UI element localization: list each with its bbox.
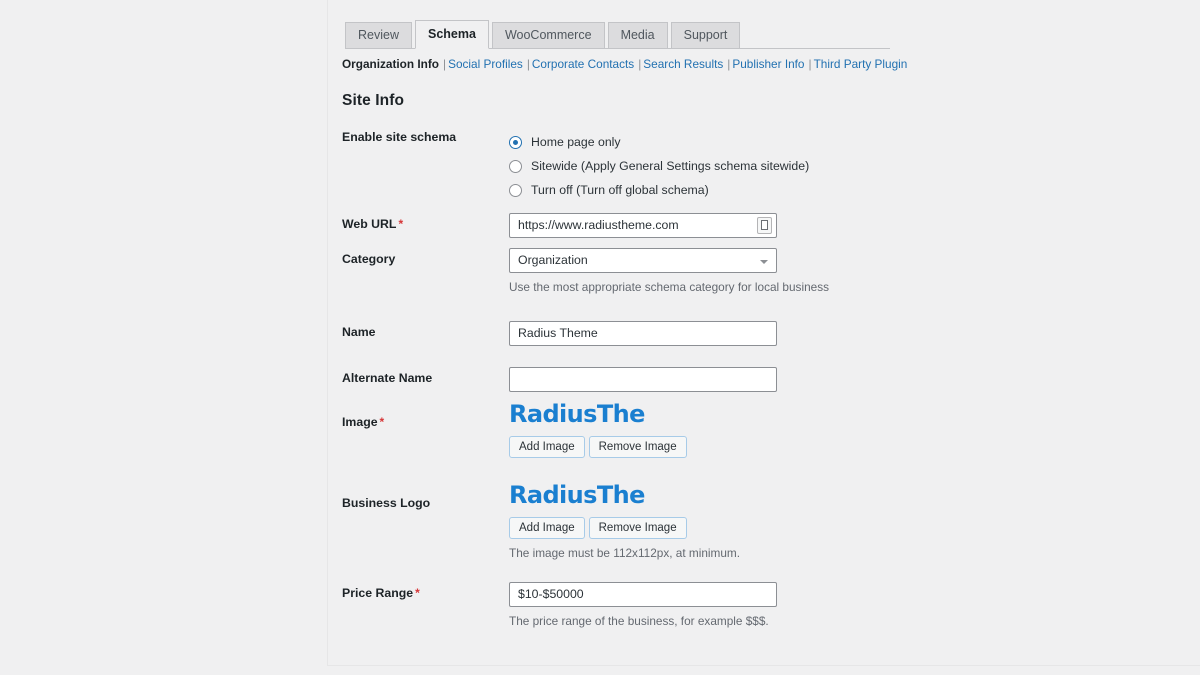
- subnav-item-organization-info[interactable]: Organization Info: [342, 57, 439, 71]
- name-value: Radius Theme: [518, 325, 598, 340]
- business-logo-buttons: Add Image Remove Image: [509, 517, 1200, 539]
- form-fill-icon-glyph: [761, 220, 768, 230]
- label-alternate-name-text: Alternate Name: [342, 371, 433, 385]
- help-price-range: The price range of the business, for exa…: [509, 614, 769, 628]
- label-name: Name: [328, 325, 509, 341]
- name-input[interactable]: Radius Theme: [509, 320, 777, 346]
- subnav-separator-5: |: [808, 57, 812, 71]
- subnav-separator-4: |: [727, 57, 731, 71]
- subnav-separator-1: |: [443, 57, 447, 71]
- field-business-logo: RadiusThe Add Image Remove Image The ima…: [509, 483, 1200, 562]
- row-name: Name Radius Theme: [328, 310, 1200, 356]
- alternate-name-input[interactable]: [509, 366, 777, 392]
- field-web-url: https://www.radiustheme.com: [509, 212, 1200, 238]
- form-fill-icon[interactable]: [757, 216, 772, 234]
- radio-option-sitewide[interactable]: Sitewide (Apply General Settings schema …: [509, 154, 1200, 178]
- page-bottom-strip: [0, 666, 1200, 675]
- tab-schema[interactable]: Schema: [415, 20, 489, 49]
- subnav-item-publisher-info[interactable]: Publisher Info: [732, 57, 804, 71]
- row-category: Category Organization Use the most appro…: [328, 248, 1200, 310]
- remove-image-button[interactable]: Remove Image: [588, 436, 687, 458]
- label-enable-site-schema: Enable site schema: [328, 130, 509, 146]
- add-business-logo-button[interactable]: Add Image: [509, 517, 585, 539]
- label-web-url-text: Web URL: [342, 217, 397, 231]
- field-enable-site-schema: Home page only Sitewide (Apply General S…: [509, 130, 1200, 202]
- price-range-input[interactable]: $10-$50000: [509, 582, 777, 607]
- row-web-url: Web URL * https://www.radiustheme.com: [328, 202, 1200, 248]
- price-range-value: $10-$50000: [518, 587, 584, 601]
- page-title: Site Info: [342, 92, 405, 109]
- required-marker-web-url: *: [398, 217, 404, 231]
- subnav-item-third-party-plugin[interactable]: Third Party Plugin: [814, 57, 908, 71]
- label-enable-site-schema-text: Enable site schema: [342, 130, 457, 144]
- help-category: Use the most appropriate schema category…: [509, 280, 829, 294]
- radio-label-sitewide[interactable]: Sitewide (Apply General Settings schema …: [531, 159, 809, 173]
- web-url-input[interactable]: https://www.radiustheme.com: [509, 212, 777, 238]
- radio-option-turn-off[interactable]: Turn off (Turn off global schema): [509, 178, 1200, 202]
- field-name: Radius Theme: [509, 320, 1200, 346]
- label-alternate-name: Alternate Name: [328, 371, 509, 387]
- required-marker-price-range: *: [415, 586, 420, 600]
- admin-page: Review Schema WooCommerce Media Support …: [0, 0, 1200, 675]
- subnav-separator-3: |: [638, 57, 642, 71]
- subnav-item-search-results[interactable]: Search Results: [643, 57, 723, 71]
- label-price-range-text: Price Range: [342, 586, 414, 600]
- radio-icon-sitewide[interactable]: [509, 159, 522, 173]
- radio-label-home-page-only[interactable]: Home page only: [531, 135, 621, 149]
- radio-icon-turn-off[interactable]: [509, 183, 522, 197]
- label-image: Image *: [328, 402, 509, 431]
- required-marker-image: *: [379, 415, 385, 429]
- web-url-input-wrap: https://www.radiustheme.com: [509, 212, 777, 238]
- help-business-logo: The image must be 112x112px, at minimum.: [509, 546, 741, 560]
- business-logo-preview: RadiusThe: [509, 481, 645, 509]
- tab-support[interactable]: Support: [670, 22, 741, 49]
- radio-label-turn-off[interactable]: Turn off (Turn off global schema): [531, 183, 709, 197]
- row-price-range: Price Range * $10-$50000 The price range …: [328, 582, 1200, 632]
- tab-review[interactable]: Review: [345, 22, 412, 49]
- label-category-text: Category: [342, 252, 396, 266]
- label-image-text: Image: [342, 415, 378, 429]
- subnav-separator-2: |: [526, 57, 530, 71]
- row-alternate-name: Alternate Name: [328, 356, 1200, 402]
- label-category: Category: [328, 248, 509, 268]
- label-name-text: Name: [342, 325, 376, 339]
- field-price-range: $10-$50000 The price range of the busine…: [509, 582, 1200, 630]
- label-price-range: Price Range *: [328, 582, 509, 602]
- image-buttons: Add Image Remove Image: [509, 436, 1200, 458]
- row-enable-site-schema: Enable site schema Home page only Sitewi…: [328, 130, 1200, 202]
- category-select[interactable]: Organization: [509, 248, 777, 273]
- subnav-item-social-profiles[interactable]: Social Profiles: [448, 57, 523, 71]
- site-info-form: Enable site schema Home page only Sitewi…: [328, 130, 1200, 632]
- category-selected-value: Organization: [518, 253, 588, 267]
- tab-woocommerce[interactable]: WooCommerce: [491, 22, 605, 49]
- radio-icon-home-page-only[interactable]: [509, 135, 522, 149]
- label-business-logo-text: Business Logo: [342, 496, 431, 510]
- image-preview: RadiusThe: [509, 400, 645, 428]
- row-business-logo: Business Logo RadiusThe Add Image Remove…: [328, 483, 1200, 582]
- content-panel: Review Schema WooCommerce Media Support …: [327, 0, 1200, 666]
- web-url-value: https://www.radiustheme.com: [518, 217, 679, 232]
- tab-bar: Review Schema WooCommerce Media Support: [345, 20, 890, 49]
- add-image-button[interactable]: Add Image: [509, 436, 585, 458]
- field-category: Organization Use the most appropriate sc…: [509, 248, 1200, 296]
- row-image: Image * RadiusThe Add Image Remove Image: [328, 402, 1200, 483]
- label-web-url: Web URL *: [328, 217, 509, 233]
- label-business-logo: Business Logo: [328, 483, 509, 512]
- chevron-down-icon[interactable]: [760, 260, 768, 264]
- tab-media[interactable]: Media: [607, 22, 668, 49]
- field-alternate-name: [509, 366, 1200, 392]
- radio-option-home-page-only[interactable]: Home page only: [509, 130, 1200, 154]
- radio-group-enable-site-schema: Home page only Sitewide (Apply General S…: [509, 130, 1200, 202]
- field-image: RadiusThe Add Image Remove Image: [509, 402, 1200, 458]
- subnav-item-corporate-contacts[interactable]: Corporate Contacts: [532, 57, 634, 71]
- subnav: Organization Info | Social Profiles | Corpor…: [342, 57, 907, 71]
- remove-business-logo-button[interactable]: Remove Image: [588, 517, 687, 539]
